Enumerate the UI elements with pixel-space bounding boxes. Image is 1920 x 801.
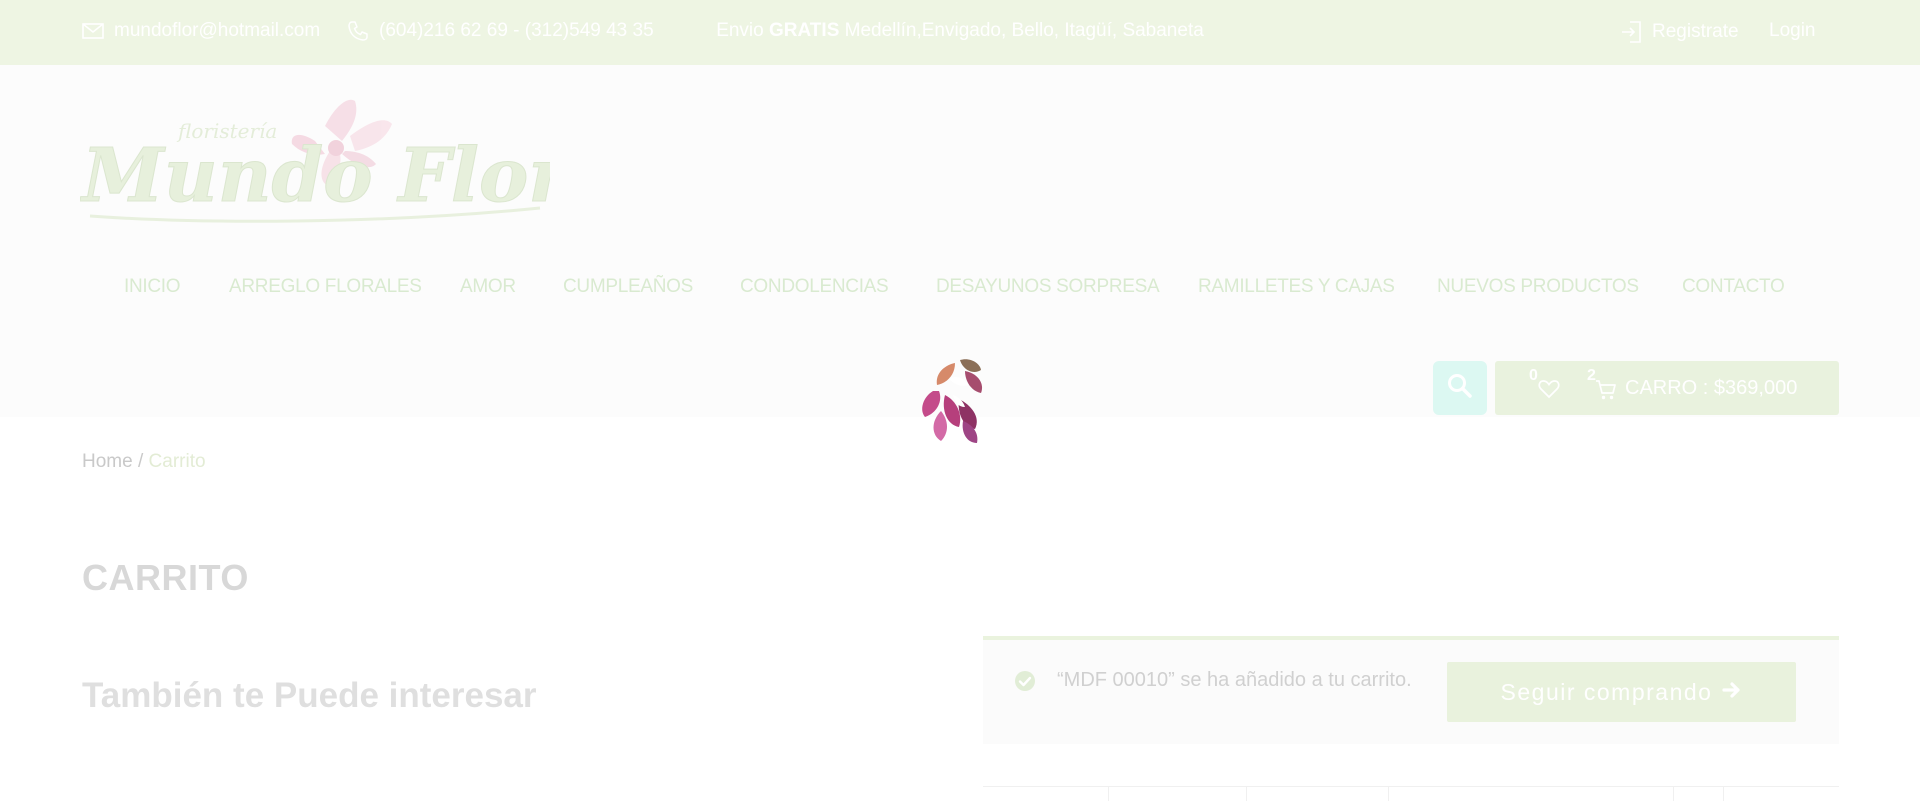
cart-table <box>983 786 1839 801</box>
promo-bold: GRATIS <box>769 20 840 41</box>
breadcrumb-home[interactable]: Home <box>82 451 133 472</box>
login-link[interactable]: Login <box>1769 20 1816 42</box>
login-enter-icon <box>1620 20 1642 44</box>
heart-icon[interactable] <box>1538 379 1560 405</box>
cart-button[interactable]: 0 2 CARRO : $369,000 <box>1495 361 1839 415</box>
check-circle-icon <box>1014 670 1036 697</box>
logo-brand-main: Mundo Flor <box>80 133 550 219</box>
continue-shopping-label: Seguir comprando <box>1500 678 1713 705</box>
nav-item-arreglo-florales[interactable]: ARREGLO FLORALES <box>229 276 422 298</box>
register-link[interactable]: Registrate <box>1620 20 1739 44</box>
nav-item-nuevos-productos[interactable]: NUEVOS PRODUCTOS <box>1437 276 1639 298</box>
breadcrumb: Home / Carrito <box>82 451 206 473</box>
nav-item-cumpleanos[interactable]: CUMPLEAÑOS <box>563 276 693 298</box>
nav-item-ramilletes-y-cajas[interactable]: RAMILLETES Y CAJAS <box>1198 276 1395 298</box>
added-to-cart-notice: “MDF 00010” se ha añadido a tu carrito. … <box>983 636 1839 744</box>
search-button[interactable] <box>1433 361 1487 415</box>
loading-flower-icon <box>915 355 1000 450</box>
main-navigation: INICIO ARREGLO FLORALES AMOR CUMPLEAÑOS … <box>0 276 1920 306</box>
related-products-heading: También te Puede interesar <box>82 676 537 715</box>
breadcrumb-separator: / <box>132 451 149 472</box>
cart-total-label: CARRO : $369,000 <box>1625 377 1798 399</box>
nav-item-amor[interactable]: AMOR <box>460 276 516 298</box>
top-bar: mundoflor@hotmail.com (604)216 62 69 - (… <box>0 0 1920 65</box>
search-icon <box>1447 373 1473 404</box>
shopping-cart-icon <box>1595 379 1617 407</box>
promo-suffix: Medellín,Envigado, Bello, Itagüí, Sabane… <box>844 20 1204 41</box>
site-logo[interactable]: floristería Mundo Flor <box>79 96 573 236</box>
page-title: CARRITO <box>82 557 249 598</box>
nav-item-condolencias[interactable]: CONDOLENCIAS <box>740 276 889 298</box>
notice-message: “MDF 00010” se ha añadido a tu carrito. <box>1057 669 1412 691</box>
login-label: Login <box>1769 20 1816 41</box>
continue-shopping-button[interactable]: Seguir comprando <box>1447 662 1796 722</box>
nav-item-inicio[interactable]: INICIO <box>124 276 181 298</box>
arrow-right-icon <box>1722 679 1742 706</box>
nav-item-desayunos-sorpresa[interactable]: DESAYUNOS SORPRESA <box>936 276 1160 298</box>
breadcrumb-current: Carrito <box>148 451 206 472</box>
promo-prefix: Envio <box>716 20 764 41</box>
nav-item-contacto[interactable]: CONTACTO <box>1682 276 1785 298</box>
register-label: Registrate <box>1652 21 1739 42</box>
wishlist-count: 0 <box>1529 367 1538 384</box>
